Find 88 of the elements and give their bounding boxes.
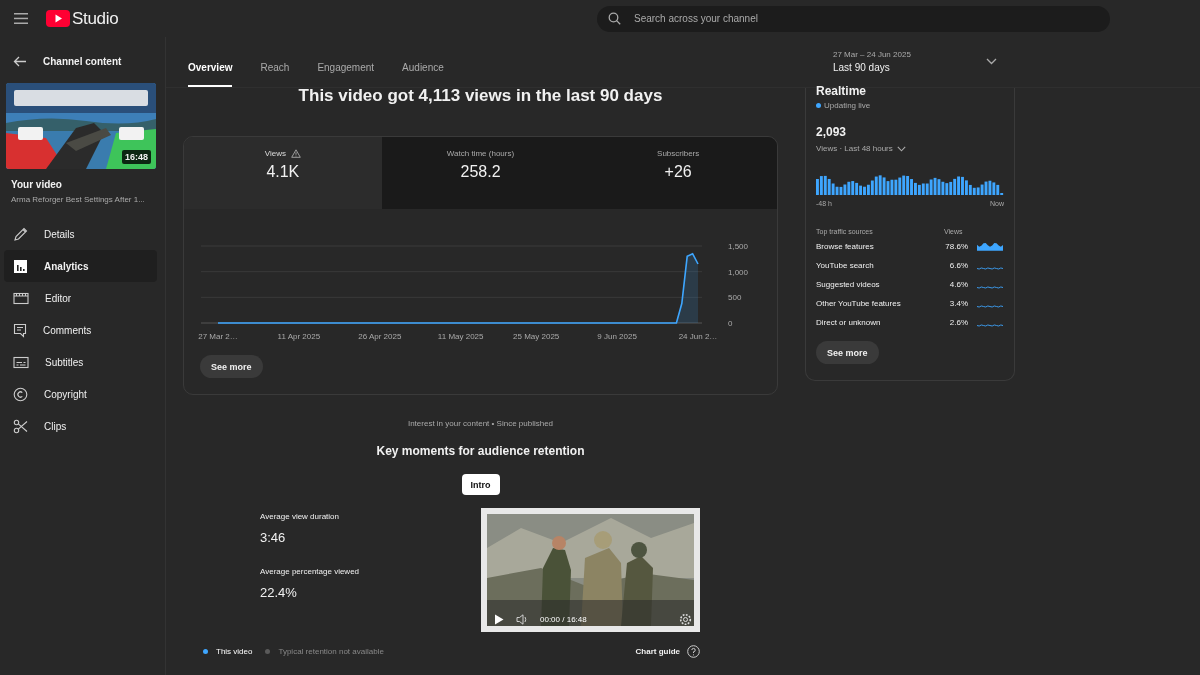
x-tick-label: 27 Mar 2… [198,332,238,341]
source-name: Direct or unknown [816,318,882,327]
x-tick-label: 26 Apr 2025 [358,332,402,341]
sidebar-item[interactable]: Analytics [4,250,157,282]
x-tick-label: 24 Jun 2… [678,332,718,341]
stat-value: 3:46 [260,530,287,545]
x-tick-label: 25 May 2025 [513,332,560,341]
pencil-icon [13,226,28,242]
analytics-icon [13,258,28,274]
source-name: YouTube search [816,261,875,270]
x-tick-label: 11 Apr 2025 [277,332,321,341]
metric-tab[interactable]: Views 4.1K [184,137,382,209]
y-tick-label: 500 [728,293,742,303]
sidebar-item[interactable]: Subtitles [4,346,157,378]
date-range-picker[interactable]: 27 Mar – 24 Jun 2025 Last 90 days [833,49,997,73]
metric-tab[interactable]: Subscribers +26 [579,137,777,209]
see-more-button[interactable]: See more [200,355,263,378]
volume-icon[interactable] [516,614,528,625]
sidebar-item[interactable]: Details [4,218,157,250]
logo-text[interactable]: Studio [72,8,119,29]
back-arrow-icon[interactable] [13,56,27,67]
search-field[interactable]: Search across your channel [597,5,1110,32]
y-tick-label: 1,500 [728,242,749,251]
comment-icon [13,322,27,338]
video-time: 00:00 / 16:48 [540,615,587,624]
scissors-icon [13,418,28,434]
sidebar-item[interactable]: Editor [4,282,157,314]
source-name: Other YouTube features [816,299,902,308]
copyright-icon [13,386,28,402]
video-title: Arma Reforger Best Settings After 1... [11,195,146,204]
realtime-title: Realtime [816,84,868,98]
help-icon[interactable] [687,645,700,658]
metric-tab[interactable]: Watch time (hours) 258.2 [381,137,580,209]
sidebar-item[interactable]: Comments [4,314,157,346]
sidebar-item[interactable]: Clips [4,410,157,442]
y-tick-label: 1,000 [728,267,749,277]
sparkline-drawing [977,242,1003,251]
headline: This video got 4,113 views in the last 90 days [297,88,664,107]
source-name: Browse features [816,242,875,251]
source-share: 2.6% [948,318,968,327]
stat-value: 22.4% [260,585,298,600]
stat-label: Average percentage viewed [260,567,360,576]
chart-guide-link[interactable]: Chart guide [635,647,680,656]
legend-label: Typical retention not available [278,647,384,656]
menu-icon[interactable] [14,13,28,24]
sidebar-item[interactable]: Copyright [4,378,157,410]
metric-label: Watch time (hours) [446,149,515,158]
back-link[interactable]: Channel content [43,56,122,67]
metric-label: Subscribers [657,149,700,158]
sparkline-drawing [977,267,1003,270]
y-tick-label: 0 [728,319,733,328]
source-name: Suggested videos [816,280,881,289]
subtitles-icon [13,355,29,369]
see-more-button[interactable]: See more [816,341,879,364]
tab[interactable]: Reach [260,62,290,87]
source-share: 6.6% [948,261,968,270]
sparkline-drawing [977,286,1003,289]
x-tick-label: 11 May 2025 [437,332,484,341]
metric-value: +26 [664,163,692,181]
metric-value: 4.1K [266,163,300,181]
source-share: 4.6% [948,280,968,289]
x-tick-label: 9 Jun 2025 [597,332,637,341]
tab[interactable]: Audience [402,62,444,87]
live-dot [816,103,821,108]
stat-label: Average view duration [260,512,340,521]
duration-badge: 16:48 [121,150,151,164]
sparkline-drawing [977,305,1003,308]
chevron-down-icon [985,57,997,65]
retention-subtitle: Interest in your content • Since published [407,419,554,428]
sparkline-drawing [977,324,1003,327]
metric-label: Views [264,149,286,158]
chevron-down-icon[interactable] [896,145,906,152]
source-share: 3.4% [948,299,968,308]
legend-label: This video [216,647,253,656]
settings-icon[interactable] [679,613,692,626]
retention-heading: Key moments for audience retention [376,444,585,458]
tab[interactable]: Engagement [317,62,375,87]
tab[interactable]: Overview [188,62,233,87]
logo-icon[interactable] [46,10,70,27]
source-share: 78.6% [944,242,968,251]
period-label[interactable]: Views · Last 48 hours [816,144,893,153]
metric-value: 258.2 [460,163,501,181]
live-status: Updating live [824,101,871,110]
video-heading: Your video [11,179,63,190]
play-icon[interactable] [494,614,504,625]
film-strip-icon [13,291,29,305]
intro-chip[interactable]: Intro [461,474,500,495]
realtime-count: 2,093 [816,125,848,139]
